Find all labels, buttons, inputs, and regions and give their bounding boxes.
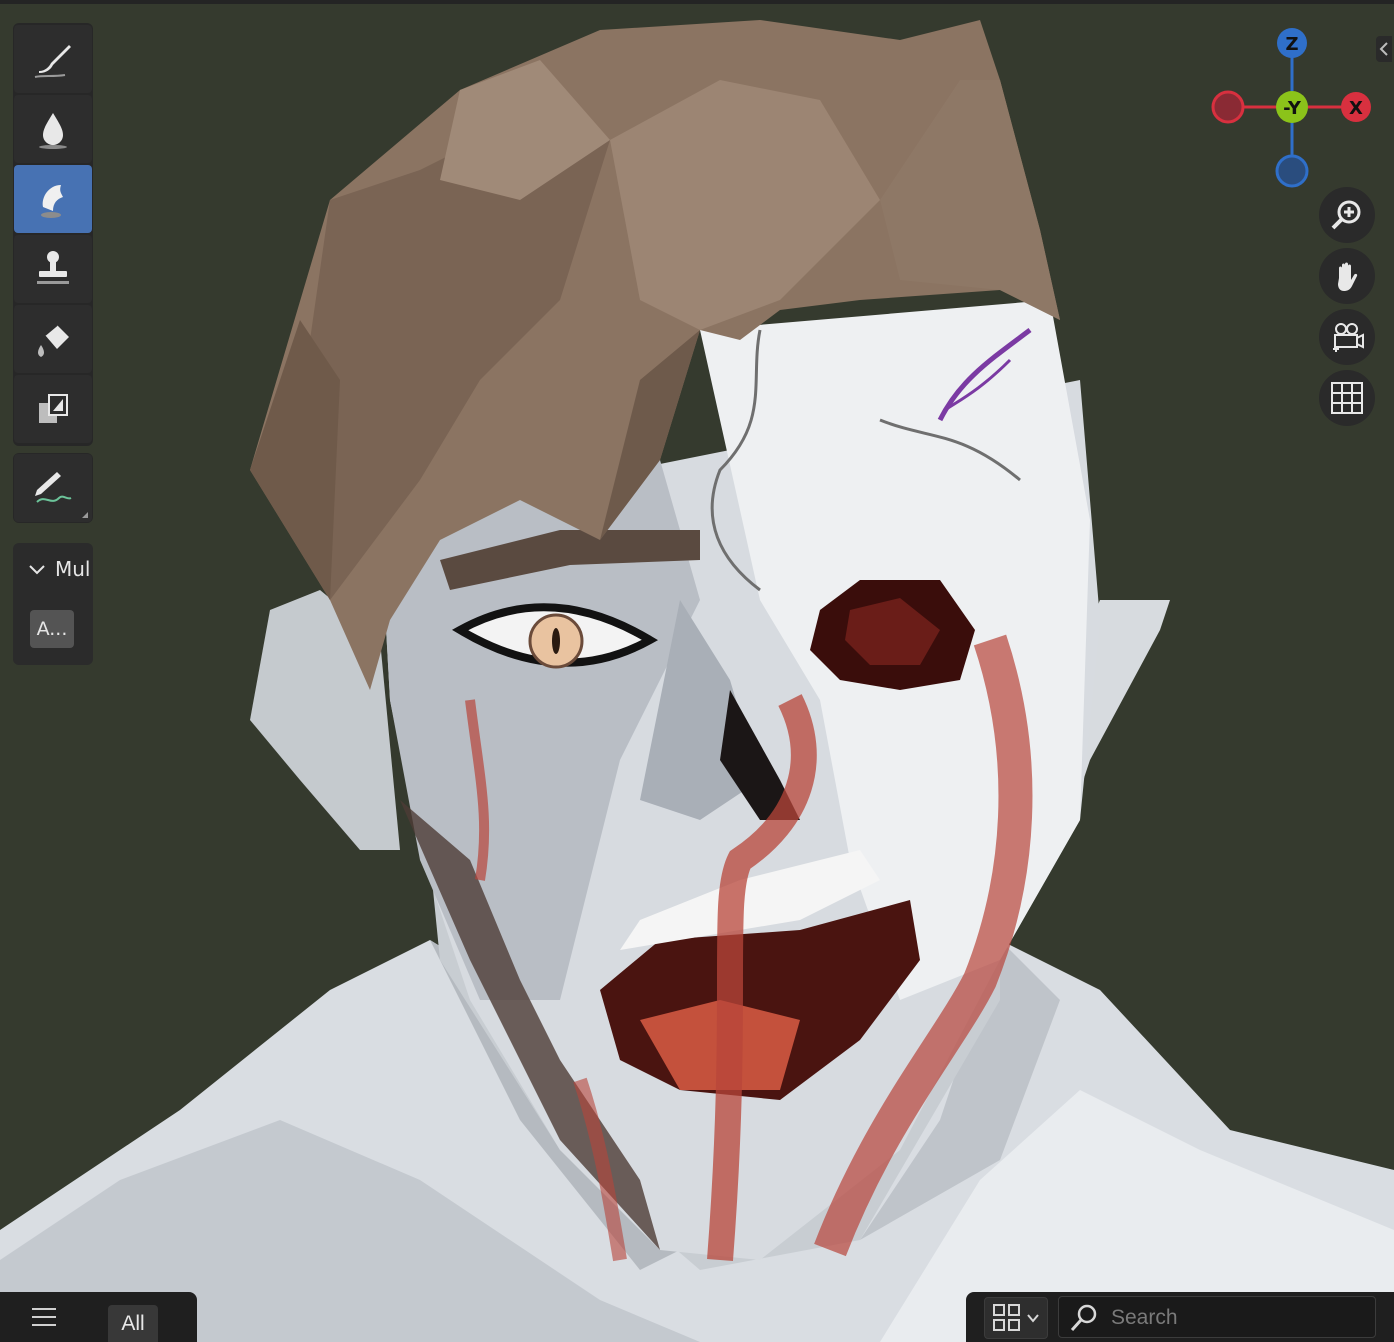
gizmo-z-label: Z [1285,34,1298,55]
tool-options-indicator [82,512,88,518]
filter-all-tab[interactable]: All [108,1305,158,1342]
mask-layers-icon [39,394,68,423]
grid-view-icon [993,1304,1020,1331]
pan-hand-icon [1338,262,1358,291]
panel-action-button[interactable]: A... [30,610,74,648]
asset-shelf-header: All [0,1292,197,1342]
smear-icon [41,185,63,218]
search-field[interactable] [1058,1296,1376,1338]
draw-brush-icon [34,45,71,78]
3d-viewport[interactable]: Mul A... Z X -Y All Search [0,0,1394,1342]
mask-tool-button[interactable] [14,375,92,443]
annotate-tool-button[interactable] [14,454,92,522]
zoom-icon [1331,200,1361,230]
ortho-toggle-button[interactable] [1319,370,1375,426]
gizmo-neg-z[interactable] [1275,154,1309,188]
zombie-head-model[interactable] [0,0,1394,1342]
chevron-down-icon [29,565,45,575]
chevron-down-icon [1027,1314,1039,1323]
panel-header[interactable]: Mul [13,543,93,595]
gizmo-x-label: X [1349,98,1363,119]
draw-tool-button[interactable] [14,25,92,93]
annotate-pencil-icon [35,472,72,503]
asset-shelf-search-bar [966,1292,1394,1342]
clone-tool-button[interactable] [14,235,92,303]
pan-button[interactable] [1319,248,1375,304]
gizmo-y-label: -Y [1283,98,1302,119]
hamburger-menu-icon[interactable] [30,1304,58,1330]
smear-tool-button[interactable] [14,165,92,233]
navigation-gizmo[interactable]: Z X -Y [1205,22,1375,192]
zoom-button[interactable] [1319,187,1375,243]
sidebar-panel: Mul A... [13,543,93,665]
chevron-left-icon [1379,42,1388,56]
camera-view-icon [1333,323,1364,352]
sidebar-collapse-toggle[interactable] [1376,36,1392,62]
fill-bucket-icon [38,324,69,357]
tool-shelf [13,23,93,446]
search-input[interactable] [1109,1302,1363,1334]
fill-tool-button[interactable] [14,305,92,373]
soften-tool-button[interactable] [14,95,92,163]
search-icon [1070,1304,1097,1332]
display-mode-dropdown[interactable] [984,1297,1048,1339]
gizmo-neg-x[interactable] [1211,90,1245,124]
annotate-tool-group [13,453,93,523]
soften-drop-icon [39,113,67,149]
ortho-grid-icon [1331,382,1363,414]
camera-view-button[interactable] [1319,309,1375,365]
clone-stamp-icon [37,251,69,284]
panel-header-label: Mul [55,557,91,581]
